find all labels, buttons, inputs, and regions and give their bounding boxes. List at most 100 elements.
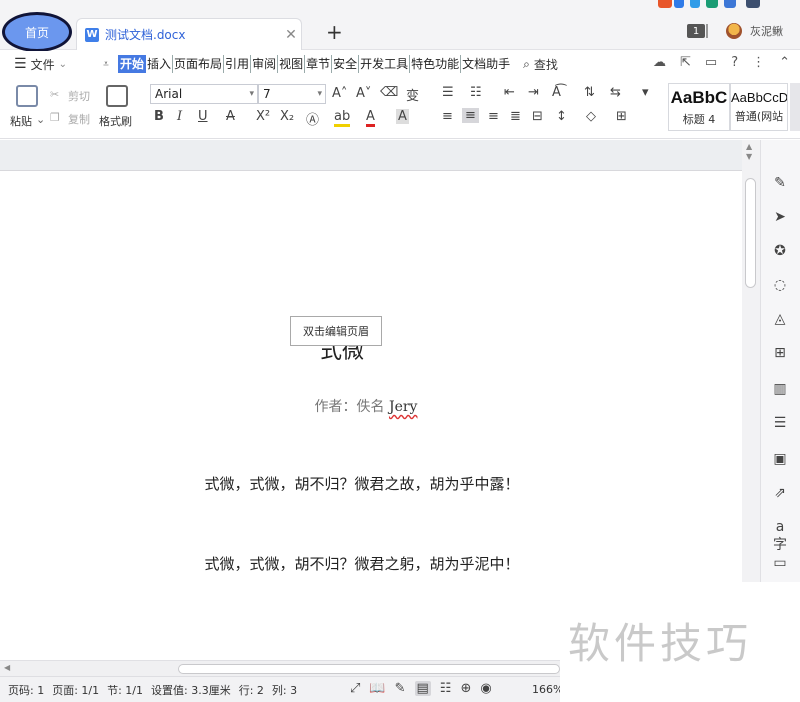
apps-grid-icon[interactable]: ⊞ (771, 344, 789, 362)
sort-icon[interactable]: ⇅ (584, 85, 595, 100)
pen-icon[interactable]: ✎ (395, 681, 406, 696)
style-normal-web[interactable]: AaBbCcD 普通(网站 (730, 83, 788, 131)
tab-references[interactable]: 引用 (224, 55, 252, 73)
tab-home[interactable]: 开始 (118, 55, 147, 73)
image-icon[interactable]: ▣ (771, 450, 789, 468)
borders-icon[interactable]: ⊞ (616, 109, 627, 124)
font-name-select[interactable]: Arial ▾ (150, 84, 258, 104)
badge-icon[interactable]: ✪ (771, 242, 789, 260)
chinese-layout-icon[interactable]: A͡ (552, 85, 561, 100)
decrease-indent-icon[interactable]: ⇤ (504, 85, 515, 100)
translate-icon[interactable]: a字 (771, 518, 789, 553)
outline-view-icon[interactable]: ☷ (440, 681, 452, 696)
verse-line-2[interactable]: 式微，式微，胡不归？微君之躬，胡为乎泥中！ (0, 553, 724, 574)
char-shading-icon[interactable]: A (396, 109, 409, 124)
pen-icon[interactable]: ✎ (771, 174, 789, 192)
eye-protection-icon[interactable]: ◉ (480, 681, 491, 696)
bullet-list-icon[interactable]: ☰ (442, 85, 454, 100)
show-marks-icon[interactable]: ⇆ (610, 85, 621, 100)
layers-icon[interactable]: ◬ (771, 310, 789, 328)
decrease-font-icon[interactable]: A˅ (356, 86, 371, 101)
collapse-ribbon-icon[interactable]: ⌃ (779, 55, 790, 70)
window-count-badge[interactable]: 1 (687, 24, 708, 38)
align-right-icon[interactable]: ≡ (488, 109, 499, 124)
tab-developer[interactable]: 开发工具 (359, 55, 411, 73)
file-menu-button[interactable]: ☰ 文件 ⌄ (14, 56, 94, 73)
tab-security[interactable]: 安全 (332, 55, 360, 73)
pinyin-guide-icon[interactable]: 变 (406, 85, 419, 104)
bold-icon[interactable]: B (154, 109, 164, 124)
paste-button[interactable]: 粘贴 (10, 113, 32, 129)
watermark: 软件技巧 (560, 582, 800, 702)
styles-scroll-button[interactable] (790, 83, 800, 131)
document-tab[interactable]: W 测试文档.docx ✕ (76, 18, 302, 50)
align-center-icon[interactable]: ≡ (462, 108, 479, 123)
reading-mode-icon[interactable]: 📖 (369, 681, 385, 696)
text-effect-icon[interactable]: Ⓐ (306, 109, 319, 128)
scroll-left-icon[interactable]: ◀ (4, 663, 10, 672)
tab-insert[interactable]: 插入 (146, 55, 174, 73)
font-color-icon[interactable]: A (366, 109, 375, 127)
paste-icon[interactable] (16, 85, 38, 107)
chart-icon[interactable]: ▥ (771, 380, 789, 398)
clear-format-icon[interactable]: ⌫ (380, 85, 398, 100)
close-tab-icon[interactable]: ✕ (281, 27, 301, 43)
page-view-icon[interactable]: ▤ (414, 681, 431, 696)
status-page-number[interactable]: 页码: 1 (8, 682, 44, 698)
archive-icon[interactable]: ▭ (771, 554, 789, 572)
more-icon[interactable]: ⋮ (752, 55, 765, 70)
increase-indent-icon[interactable]: ⇥ (528, 85, 539, 100)
paste-dropdown-icon[interactable]: ⌄ (36, 113, 45, 126)
export-icon[interactable]: ⇗ (771, 484, 789, 502)
highlight-icon[interactable]: ab (334, 109, 351, 127)
shading-icon[interactable]: ◇ (586, 109, 596, 124)
find-button[interactable]: ⌕ 查找 (523, 56, 558, 73)
home-tab[interactable]: 首页 (2, 12, 72, 52)
style-heading-4[interactable]: AaBbC 标题 4 (668, 83, 730, 131)
underline-icon[interactable]: U (198, 109, 208, 124)
tab-section[interactable]: 章节 (305, 55, 333, 73)
share-icon[interactable]: ⇱ (680, 55, 691, 70)
web-view-icon[interactable]: ⊕ (460, 681, 471, 696)
quick-access-dropdown-icon[interactable]: ⩡ (94, 59, 118, 70)
subscript-icon[interactable]: X₂ (280, 109, 294, 124)
user-name[interactable]: 灰泥鳅 (750, 23, 783, 39)
tab-features[interactable]: 特色功能 (410, 55, 462, 73)
settings-sliders-icon[interactable]: ☰ (771, 414, 789, 432)
tab-page-layout[interactable]: 页面布局 (173, 55, 225, 73)
cloud-sync-icon[interactable]: ☁ (653, 55, 666, 70)
cut-button[interactable]: 剪切 (68, 88, 90, 104)
tab-doc-assistant[interactable]: 文档助手 (461, 55, 511, 73)
distribute-icon[interactable]: ⊟ (532, 109, 543, 124)
numbered-list-icon[interactable]: ☷ (470, 85, 482, 100)
verse-line-1[interactable]: 式微，式微，胡不归？微君之故，胡为乎中露！ (0, 473, 724, 494)
justify-icon[interactable]: ≣ (510, 109, 521, 124)
tab-review[interactable]: 审阅 (251, 55, 279, 73)
increase-font-icon[interactable]: A˄ (332, 86, 347, 101)
align-left-icon[interactable]: ≡ (442, 109, 453, 124)
tab-view[interactable]: 视图 (278, 55, 306, 73)
format-painter-button[interactable]: 格式刷 (99, 113, 132, 129)
zoom-level[interactable]: 166% (532, 683, 563, 696)
font-size-select[interactable]: 7 ▾ (258, 84, 326, 104)
new-tab-button[interactable]: + (326, 20, 343, 44)
author-line[interactable]: 作者：佚名 Jery (0, 396, 732, 416)
line-spacing-icon[interactable]: ↕ (556, 109, 567, 124)
shapes-icon[interactable]: ◌ (771, 276, 789, 294)
ribbon-more-icon[interactable]: ▾ (642, 85, 649, 100)
italic-icon[interactable]: I (177, 109, 182, 124)
scroll-down-icon[interactable]: ▼ (746, 152, 752, 161)
format-painter-icon[interactable] (106, 85, 128, 107)
horizontal-scroll-thumb[interactable] (178, 664, 560, 674)
vertical-scroll-thumb[interactable] (745, 178, 756, 288)
screen-icon[interactable]: ▭ (705, 55, 717, 70)
scroll-up-icon[interactable]: ▲ (746, 142, 752, 151)
superscript-icon[interactable]: X² (256, 109, 270, 124)
strikethrough-icon[interactable]: A (226, 109, 235, 124)
avatar[interactable] (726, 23, 742, 39)
horizontal-scrollbar[interactable]: ◀ (0, 660, 560, 676)
copy-button[interactable]: 复制 (68, 111, 90, 127)
fullscreen-icon[interactable]: ⤢ (350, 681, 360, 696)
select-cursor-icon[interactable]: ➤ (771, 208, 789, 226)
help-icon[interactable]: ? (731, 55, 738, 70)
